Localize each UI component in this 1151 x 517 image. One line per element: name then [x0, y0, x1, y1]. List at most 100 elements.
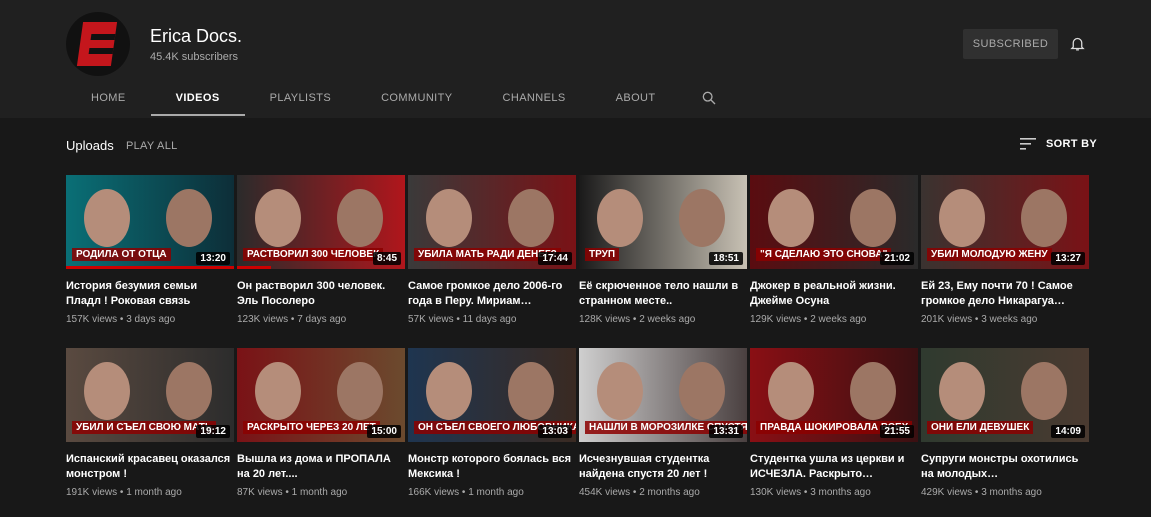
video-title[interactable]: Студентка ушла из церкви и ИСЧЕЗЛА. Раск…: [750, 452, 918, 482]
video-title[interactable]: Самое громкое дело 2006-го года в Перу. …: [408, 279, 576, 309]
video-title[interactable]: Ей 23, Ему почти 70 ! Самое громкое дело…: [921, 279, 1089, 309]
duration-badge: 8:45: [372, 252, 401, 265]
video-title[interactable]: Её скрюченное тело нашли в странном мест…: [579, 279, 747, 309]
separator: •: [288, 314, 298, 325]
thumbnail-caption: РОДИЛА ОТ ОТЦА: [72, 248, 171, 261]
play-all-button[interactable]: PLAY ALL: [126, 140, 178, 152]
thumbnail-face: [597, 189, 643, 247]
thumbnail-face: [166, 362, 212, 420]
thumbnail-caption: РАСКРЫТО ЧЕРЕЗ 20 ЛЕТ: [243, 421, 380, 434]
search-icon[interactable]: [701, 90, 717, 106]
upload-age: 7 days ago: [297, 314, 347, 325]
separator: •: [282, 487, 292, 498]
video-title[interactable]: Джокер в реальной жизни. Джейме Осуна: [750, 279, 918, 309]
thumbnail-caption: "Я СДЕЛАЮ ЭТО СНОВА": [756, 248, 892, 261]
upload-age: 1 month ago: [126, 487, 182, 498]
video-card[interactable]: НАШЛИ В МОРОЗИЛКЕ СПУСТЯ 20 ЛЕТ13:31 Исче…: [579, 348, 747, 517]
subscribed-button[interactable]: SUBSCRIBED: [963, 29, 1058, 59]
video-card[interactable]: "Я СДЕЛАЮ ЭТО СНОВА" 21:02 Джокер в реальн…: [750, 175, 918, 344]
video-meta: 130K views • 3 months ago: [750, 487, 918, 498]
video-thumbnail[interactable]: ТРУП 18:51: [579, 175, 747, 269]
video-card[interactable]: УБИЛ И СЪЕЛ СВОЮ МАТЬ 19:12 Испанский крас…: [66, 348, 234, 517]
tab-community[interactable]: COMMUNITY: [356, 80, 477, 116]
video-meta: 191K views • 1 month ago: [66, 487, 234, 498]
video-thumbnail[interactable]: УБИЛА МАТЬ РАДИ ДЕНЕГ? 17:44: [408, 175, 576, 269]
thumbnail-face: [679, 189, 725, 247]
thumbnail-face: [1021, 362, 1067, 420]
thumbnail-face: [508, 362, 554, 420]
video-title[interactable]: Монстр которого боялась вся Мексика !: [408, 452, 576, 482]
video-card[interactable]: ОН СЪЕЛ СВОЕГО ЛЮБОВНИКА 13:03 Монстр кото…: [408, 348, 576, 517]
thumbnail-face: [850, 362, 896, 420]
thumbnail-caption: ТРУП: [585, 248, 620, 261]
separator: •: [117, 487, 127, 498]
video-thumbnail[interactable]: РАСКРЫТО ЧЕРЕЗ 20 ЛЕТ 15:00: [237, 348, 405, 442]
video-title[interactable]: Он растворил 300 человек. Эль Посолеро: [237, 279, 405, 309]
video-card[interactable]: РАСТВОРИЛ 300 ЧЕЛОВЕК 8:45 Он растворил 30…: [237, 175, 405, 344]
channel-avatar[interactable]: [66, 12, 130, 76]
separator: •: [972, 314, 982, 325]
video-card[interactable]: ПРАВДА ШОКИРОВАЛА ВСЕХ 21:55 Студентка ушл…: [750, 348, 918, 517]
bell-icon[interactable]: [1069, 35, 1086, 52]
duration-badge: 18:51: [709, 252, 743, 265]
video-title[interactable]: Исчезнувшая студентка найдена спустя 20 …: [579, 452, 747, 482]
upload-age: 2 months ago: [639, 487, 700, 498]
video-title[interactable]: Супруги монстры охотились на молодых…: [921, 452, 1089, 482]
tab-channels[interactable]: CHANNELS: [478, 80, 591, 116]
tab-playlists[interactable]: PLAYLISTS: [245, 80, 356, 116]
thumbnail-face: [84, 362, 130, 420]
video-meta: 454K views • 2 months ago: [579, 487, 747, 498]
video-meta: 128K views • 2 weeks ago: [579, 314, 747, 325]
channel-header: Erica Docs. 45.4K subscribers SUBSCRIBED…: [0, 0, 1151, 118]
video-thumbnail[interactable]: "Я СДЕЛАЮ ЭТО СНОВА" 21:02: [750, 175, 918, 269]
thumbnail-face: [679, 362, 725, 420]
upload-age: 2 weeks ago: [639, 314, 696, 325]
video-thumbnail[interactable]: НАШЛИ В МОРОЗИЛКЕ СПУСТЯ 20 ЛЕТ13:31: [579, 348, 747, 442]
video-title[interactable]: Вышла из дома и ПРОПАЛА на 20 лет....: [237, 452, 405, 482]
video-card[interactable]: РОДИЛА ОТ ОТЦА 13:20 История безумия семьи…: [66, 175, 234, 344]
video-title[interactable]: История безумия семьи Пладл ! Роковая св…: [66, 279, 234, 309]
separator: •: [459, 487, 469, 498]
tab-videos[interactable]: VIDEOS: [150, 80, 245, 116]
video-title[interactable]: Испанский красавец оказался монстром !: [66, 452, 234, 482]
view-count: 87K views: [237, 487, 283, 498]
video-meta: 157K views • 3 days ago: [66, 314, 234, 325]
video-card[interactable]: УБИЛ МОЛОДУЮ ЖЕНУ 13:27 Ей 23, Ему почти 7…: [921, 175, 1089, 344]
duration-badge: 13:03: [538, 425, 572, 438]
channel-name: Erica Docs.: [150, 26, 243, 46]
thumbnail-face: [939, 362, 985, 420]
thumbnail-face: [850, 189, 896, 247]
tab-home[interactable]: HOME: [66, 80, 151, 116]
duration-badge: 15:00: [367, 425, 401, 438]
thumbnail-face: [166, 189, 212, 247]
video-thumbnail[interactable]: РОДИЛА ОТ ОТЦА 13:20: [66, 175, 234, 269]
video-thumbnail[interactable]: ОНИ ЕЛИ ДЕВУШЕК 14:09: [921, 348, 1089, 442]
video-card[interactable]: ОНИ ЕЛИ ДЕВУШЕК 14:09 Супруги монстры охот…: [921, 348, 1089, 517]
watch-progress-bar: [66, 266, 234, 269]
duration-badge: 21:55: [880, 425, 914, 438]
sort-button[interactable]: SORT BY: [1020, 137, 1097, 151]
thumbnail-face: [597, 362, 643, 420]
video-meta: 429K views • 3 months ago: [921, 487, 1089, 498]
tab-about[interactable]: ABOUT: [591, 80, 681, 116]
view-count: 130K views: [750, 487, 802, 498]
duration-badge: 13:27: [1051, 252, 1085, 265]
sort-icon: [1020, 138, 1036, 150]
video-card[interactable]: ТРУП 18:51 Её скрюченное тело нашли в стра…: [579, 175, 747, 344]
thumbnail-face: [255, 362, 301, 420]
video-thumbnail[interactable]: ПРАВДА ШОКИРОВАЛА ВСЕХ 21:55: [750, 348, 918, 442]
view-count: 57K views: [408, 314, 454, 325]
video-card[interactable]: РАСКРЫТО ЧЕРЕЗ 20 ЛЕТ 15:00 Вышла из дома …: [237, 348, 405, 517]
watch-progress-bar: [237, 266, 271, 269]
video-thumbnail[interactable]: ОН СЪЕЛ СВОЕГО ЛЮБОВНИКА 13:03: [408, 348, 576, 442]
thumbnail-face: [337, 362, 383, 420]
video-thumbnail[interactable]: РАСТВОРИЛ 300 ЧЕЛОВЕК 8:45: [237, 175, 405, 269]
separator: •: [801, 487, 811, 498]
video-card[interactable]: УБИЛА МАТЬ РАДИ ДЕНЕГ? 17:44 Самое громкое…: [408, 175, 576, 344]
upload-age: 1 month ago: [468, 487, 524, 498]
video-thumbnail[interactable]: УБИЛ И СЪЕЛ СВОЮ МАТЬ 19:12: [66, 348, 234, 442]
thumbnail-face: [337, 189, 383, 247]
upload-age: 2 weeks ago: [810, 314, 867, 325]
duration-badge: 21:02: [880, 252, 914, 265]
video-thumbnail[interactable]: УБИЛ МОЛОДУЮ ЖЕНУ 13:27: [921, 175, 1089, 269]
